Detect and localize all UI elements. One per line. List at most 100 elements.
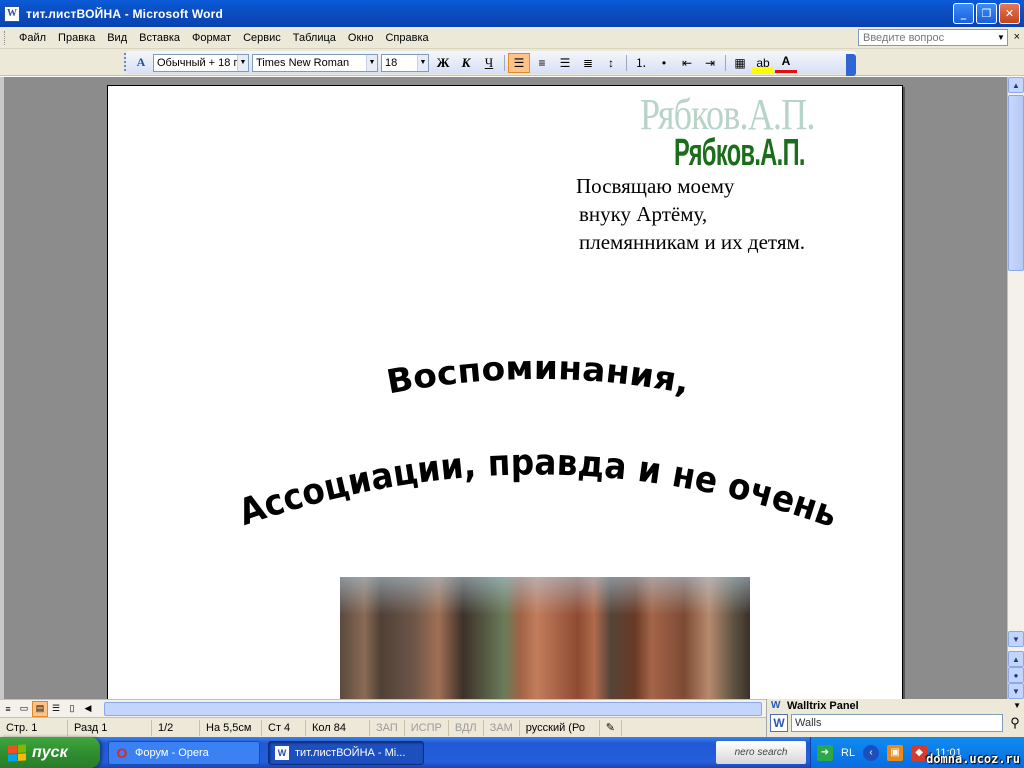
help-question-placeholder: Введите вопрос xyxy=(863,31,945,44)
taskbar-item-label: тит.листВОЙНА - Mi... xyxy=(295,746,406,759)
scroll-up-icon[interactable]: ▲ xyxy=(1008,77,1024,93)
menu-insert[interactable]: Вставка xyxy=(133,32,186,44)
walltrix-w-icon[interactable]: W xyxy=(770,714,788,732)
outline-view-icon[interactable]: ☰ xyxy=(48,701,64,717)
walltrix-search-row: W Walls ⚲ xyxy=(767,714,1024,732)
toolbar-options-icon[interactable] xyxy=(846,54,856,76)
site-watermark: domna.ucoz.ru xyxy=(926,752,1020,766)
vertical-scrollbar[interactable]: ▲ ▼ ▲ ● ▼ xyxy=(1007,77,1024,699)
styles-pane-icon[interactable]: A xyxy=(130,53,152,73)
horizontal-scrollbar[interactable]: ≡ ▭ ▤ ☰ ▯ ◀ xyxy=(0,699,766,717)
horizontal-scroll-thumb[interactable] xyxy=(104,702,762,716)
menu-tools[interactable]: Сервис xyxy=(237,32,287,44)
close-button[interactable]: ✕ xyxy=(999,3,1020,24)
menu-window[interactable]: Окно xyxy=(342,32,380,44)
font-color-icon[interactable]: A xyxy=(775,53,797,73)
nero-search-box[interactable]: nero search xyxy=(716,741,806,764)
menubar-grip[interactable] xyxy=(4,30,7,45)
help-question-input[interactable]: Введите вопрос ▼ xyxy=(858,29,1008,46)
taskbar-item-word[interactable]: W тит.листВОЙНА - Mi... xyxy=(268,740,424,765)
word-app-icon[interactable]: W xyxy=(4,5,20,22)
next-page-icon[interactable]: ▼ xyxy=(1008,683,1024,699)
align-right-icon[interactable]: ☰ xyxy=(554,53,576,73)
status-bar: Стр. 1 Разд 1 1/2 На 5,5см Ст 4 Кол 84 З… xyxy=(0,717,766,737)
language-indicator[interactable]: RL xyxy=(841,747,855,759)
menu-table[interactable]: Таблица xyxy=(287,32,342,44)
dedication-line: Посвящаю моему xyxy=(576,174,735,198)
status-extend[interactable]: ВДЛ xyxy=(449,719,484,736)
menu-bar: Файл Правка Вид Вставка Формат Сервис Та… xyxy=(0,27,1024,49)
minimize-button[interactable]: _ xyxy=(953,3,974,24)
style-dropdown-icon[interactable]: ▼ xyxy=(237,54,248,71)
scroll-left-icon[interactable]: ◀ xyxy=(80,701,96,717)
toolbar-separator xyxy=(626,54,627,71)
align-center-icon[interactable]: ≡ xyxy=(531,53,553,73)
walltrix-panel: W Walltrix Panel ▼ W Walls ⚲ xyxy=(766,699,1024,737)
toolbar-separator xyxy=(725,54,726,71)
numbered-list-icon[interactable]: ⒈ xyxy=(630,53,652,73)
arrow-right-icon[interactable]: ➜ xyxy=(817,744,833,761)
reading-view-icon[interactable]: ▯ xyxy=(64,701,80,717)
menu-view[interactable]: Вид xyxy=(101,32,133,44)
borders-icon[interactable]: ▦ xyxy=(729,53,751,73)
browse-object-icon[interactable]: ● xyxy=(1008,667,1024,683)
status-track-changes[interactable]: ИСПР xyxy=(405,719,449,736)
increase-indent-icon[interactable]: ⇥ xyxy=(699,53,721,73)
help-dropdown-icon[interactable]: ▼ xyxy=(995,30,1007,45)
taskbar-item-opera[interactable]: O Форум - Opera xyxy=(108,740,260,765)
wordart-line-2: Ассоциации, правда и не очень xyxy=(234,442,843,535)
italic-button[interactable]: К xyxy=(455,53,477,73)
status-language[interactable]: русский (Ро xyxy=(520,719,600,736)
previous-page-icon[interactable]: ▲ xyxy=(1008,651,1024,667)
font-size-value: 18 xyxy=(385,56,398,69)
wordart-title[interactable]: Воспоминания, Ассоциации, правда и не оч… xyxy=(208,354,868,544)
word-icon: W xyxy=(275,745,289,760)
status-position: На 5,5см xyxy=(200,719,262,736)
walltrix-menu-icon[interactable]: ▼ xyxy=(1013,701,1021,710)
highlight-icon[interactable]: ab xyxy=(752,52,774,73)
window-title: тит.листВОЙНА - Microsoft Word xyxy=(26,6,224,21)
tray-app-icon[interactable]: ▣ xyxy=(887,744,904,761)
font-select[interactable]: Times New Roman ▼ xyxy=(252,53,378,72)
status-overtype[interactable]: ЗАМ xyxy=(484,719,520,736)
start-label: пуск xyxy=(32,743,68,761)
start-button[interactable]: пуск xyxy=(0,737,100,768)
restore-button[interactable]: ❐ xyxy=(976,3,997,24)
line-spacing-icon[interactable]: ↕ xyxy=(600,53,622,73)
document-close-icon[interactable]: × xyxy=(1014,31,1020,43)
font-value: Times New Roman xyxy=(256,56,350,69)
font-size-select[interactable]: 18 ▼ xyxy=(381,53,429,72)
bold-button[interactable]: Ж xyxy=(432,53,454,73)
align-left-icon[interactable]: ☰ xyxy=(508,52,530,73)
style-select[interactable]: Обычный + 18 г ▼ xyxy=(153,53,249,72)
document-page[interactable]: Рябков.А.П. Рябков.А.П. Посвящаю моему в… xyxy=(107,85,903,699)
walltrix-search-input[interactable]: Walls xyxy=(791,714,1003,732)
menu-format[interactable]: Формат xyxy=(186,32,237,44)
web-view-icon[interactable]: ▭ xyxy=(16,701,32,717)
bullet-list-icon[interactable]: • xyxy=(653,53,675,73)
vertical-scroll-thumb[interactable] xyxy=(1008,95,1024,271)
decrease-indent-icon[interactable]: ⇤ xyxy=(676,53,698,73)
status-column: Кол 84 xyxy=(306,719,370,736)
menu-file[interactable]: Файл xyxy=(13,32,52,44)
tray-update-icon[interactable]: ◆ xyxy=(911,744,928,761)
style-value: Обычный + 18 г xyxy=(157,56,238,69)
menu-edit[interactable]: Правка xyxy=(52,32,101,44)
wordart-line-1: Воспоминания, xyxy=(383,354,692,402)
font-dropdown-icon[interactable]: ▼ xyxy=(366,54,377,71)
toolbar-body: A Обычный + 18 г ▼ Times New Roman ▼ 18 … xyxy=(126,51,856,74)
scroll-down-icon[interactable]: ▼ xyxy=(1008,631,1024,647)
status-record[interactable]: ЗАП xyxy=(370,719,405,736)
taskbar-item-label: Форум - Opera xyxy=(135,746,209,759)
search-icon[interactable]: ⚲ xyxy=(1006,714,1024,732)
walltrix-search-value: Walls xyxy=(795,717,822,729)
normal-view-icon[interactable]: ≡ xyxy=(0,701,16,717)
menu-help[interactable]: Справка xyxy=(379,32,434,44)
print-layout-icon[interactable]: ▤ xyxy=(32,700,48,717)
redwood-forest-photo[interactable] xyxy=(340,577,750,699)
font-size-dropdown-icon[interactable]: ▼ xyxy=(417,54,428,71)
chevron-left-icon[interactable]: ‹ xyxy=(863,744,880,761)
underline-button[interactable]: Ч xyxy=(478,53,500,73)
spelling-status-icon[interactable]: ✎ xyxy=(600,719,622,736)
justify-icon[interactable]: ≣ xyxy=(577,53,599,73)
